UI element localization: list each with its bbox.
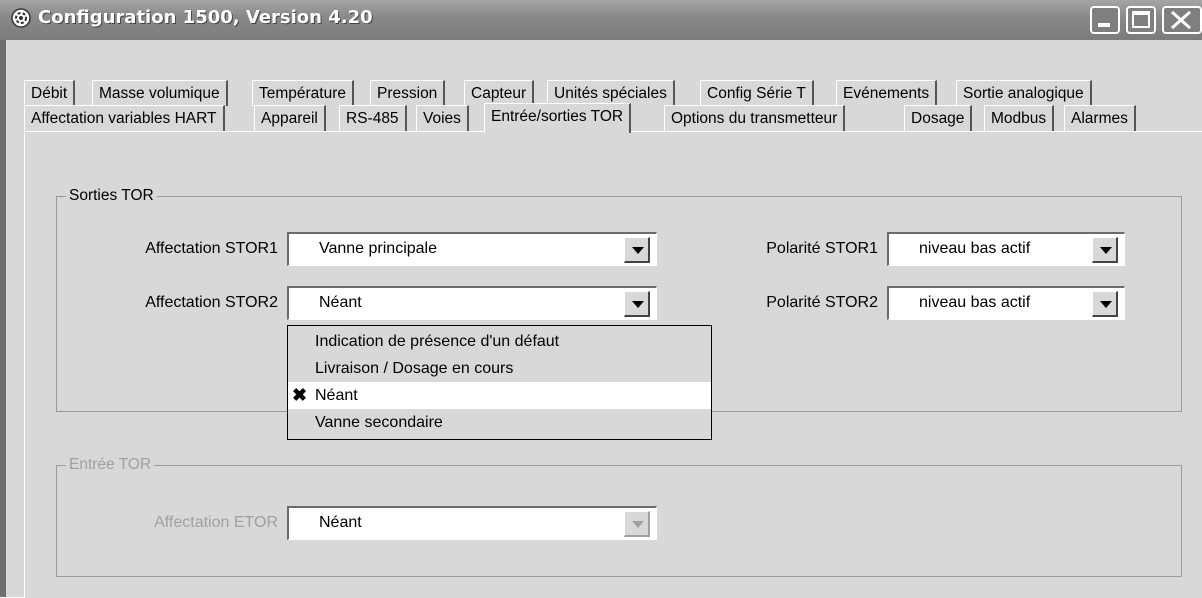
stor2-label: Affectation STOR2 (145, 294, 278, 311)
entree-tor-label: Entrée TOR (66, 456, 155, 474)
option-label: Néant (315, 387, 358, 404)
option-vanne-secondaire[interactable]: Vanne secondaire (288, 409, 711, 436)
polarite-stor2-value: niveau bas actif (919, 294, 1031, 311)
polarite-stor1-select[interactable]: niveau bas actif (887, 232, 1125, 266)
option-indication-defaut[interactable]: Indication de présence d'un défaut (288, 328, 711, 355)
etor-label: Affectation ETOR (154, 514, 278, 531)
polarite-stor1-label: Polarité STOR1 (766, 240, 878, 257)
close-button[interactable] (1162, 6, 1202, 34)
tab-temperature[interactable]: Température (252, 80, 355, 106)
close-icon (1171, 10, 1191, 30)
etor-select: Néant (287, 506, 657, 540)
polarite-stor1-value: niveau bas actif (919, 240, 1031, 257)
stor2-value: Néant (319, 294, 362, 311)
stor1-label: Affectation STOR1 (145, 240, 278, 257)
tab-sortie-analogique[interactable]: Sortie analogique (956, 80, 1092, 106)
stor2-dropdown-button[interactable] (624, 291, 650, 317)
tab-evenements[interactable]: Evénements (836, 80, 938, 106)
maximize-button[interactable] (1126, 6, 1156, 34)
maximize-icon (1132, 11, 1150, 28)
stor2-select[interactable]: Néant (287, 286, 657, 320)
tab-options-du-transmetteur[interactable]: Options du transmetteur (664, 105, 846, 131)
chevron-down-icon (1100, 301, 1112, 308)
polarite-stor2-label: Polarité STOR2 (766, 294, 878, 311)
tab-rs-485[interactable]: RS-485 (339, 105, 407, 131)
chevron-down-icon (632, 247, 644, 254)
polarite-stor2-select[interactable]: niveau bas actif (887, 286, 1125, 320)
stor1-dropdown-button[interactable] (624, 237, 650, 263)
option-label: Indication de présence d'un défaut (315, 333, 560, 350)
window-title: Configuration 1500, Version 4.20 (38, 7, 373, 28)
sorties-tor-label: Sorties TOR (66, 187, 157, 205)
chevron-down-icon (1100, 247, 1112, 254)
tab-dosage[interactable]: Dosage (904, 105, 973, 131)
etor-value: Néant (319, 514, 362, 531)
tab-alarmes[interactable]: Alarmes (1064, 105, 1136, 131)
tab-entree-sorties-tor[interactable]: Entrée/sorties TOR (484, 103, 632, 133)
polarite-stor1-dropdown-button[interactable] (1092, 237, 1118, 263)
tab-appareil[interactable]: Appareil (254, 105, 326, 131)
tab-debit[interactable]: Débit (24, 80, 76, 106)
app-window: Configuration 1500, Version 4.20 Débit M… (0, 0, 1202, 598)
option-label: Vanne secondaire (315, 414, 443, 431)
title-bar[interactable]: Configuration 1500, Version 4.20 (0, 0, 1202, 40)
stor1-value: Vanne principale (319, 240, 438, 257)
option-label: Livraison / Dosage en cours (315, 360, 514, 377)
check-mark-icon: ✖ (292, 385, 308, 405)
tab-modbus[interactable]: Modbus (984, 105, 1055, 131)
minimize-icon (1098, 23, 1110, 27)
option-livraison-dosage[interactable]: Livraison / Dosage en cours (288, 355, 711, 382)
option-neant[interactable]: ✖ Néant (288, 382, 711, 409)
gear-icon[interactable] (10, 7, 32, 29)
chevron-down-icon (632, 301, 644, 308)
window-frame (0, 40, 6, 597)
tab-pression[interactable]: Pression (370, 80, 446, 106)
stor2-dropdown-list: Indication de présence d'un défaut Livra… (287, 325, 712, 440)
tab-affectation-variables-hart[interactable]: Affectation variables HART (24, 105, 225, 131)
minimize-button[interactable] (1090, 6, 1120, 34)
tab-voies[interactable]: Voies (416, 105, 469, 131)
polarite-stor2-dropdown-button[interactable] (1092, 291, 1118, 317)
chevron-down-icon (632, 521, 644, 528)
etor-dropdown-button (624, 511, 650, 537)
tab-config-serie-t[interactable]: Config Série T (700, 80, 814, 106)
tab-masse-volumique[interactable]: Masse volumique (92, 80, 228, 106)
stor1-select[interactable]: Vanne principale (287, 232, 657, 266)
